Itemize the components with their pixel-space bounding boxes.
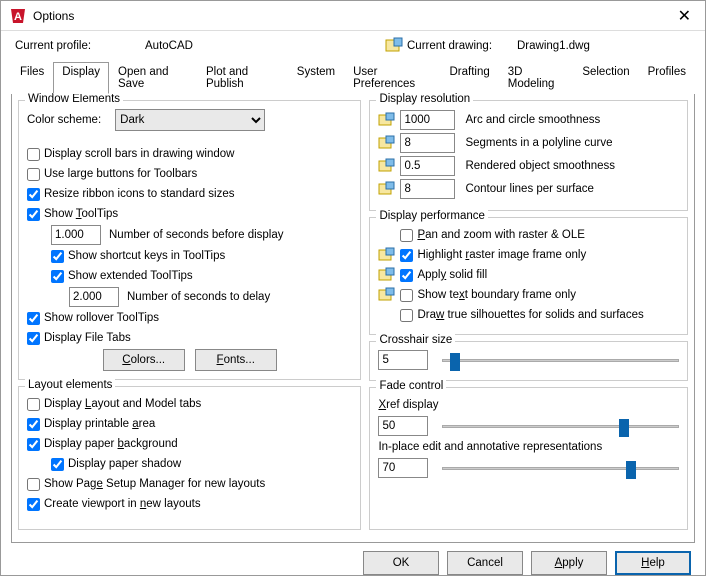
color-scheme-select[interactable]: Dark	[115, 109, 265, 131]
input-contour-lines[interactable]	[400, 179, 455, 199]
lbl-seconds-before: Number of seconds before display	[109, 229, 284, 241]
drawing-icon	[385, 37, 403, 55]
lbl-polyline-segments: Segments in a polyline curve	[465, 137, 679, 149]
drawing-icon	[378, 267, 396, 283]
help-button[interactable]: Help	[615, 551, 691, 575]
drawing-icon	[378, 287, 396, 303]
cb-extended-tooltips[interactable]: Show extended ToolTips	[51, 270, 193, 283]
lbl-rendered-smoothness: Rendered object smoothness	[465, 160, 679, 172]
current-profile-value: AutoCAD	[145, 40, 385, 52]
cb-show-tooltips[interactable]: Show ToolTips	[27, 208, 118, 221]
current-drawing-value: Drawing1.dwg	[517, 40, 590, 52]
cb-rollover[interactable]: Show rollover ToolTips	[27, 312, 159, 325]
tab-display[interactable]: Display	[53, 62, 109, 94]
titlebar: A Options ✕	[1, 1, 705, 31]
input-polyline-segments[interactable]	[400, 133, 455, 153]
legend-window-elements: Window Elements	[25, 93, 123, 105]
input-crosshair-size[interactable]	[378, 350, 428, 370]
cancel-button[interactable]: Cancel	[447, 551, 523, 575]
lbl-inplace: In-place edit and annotative representat…	[378, 441, 602, 453]
dialog-buttons: OK Cancel Apply Help	[1, 549, 705, 575]
cb-shortcut-keys[interactable]: Show shortcut keys in ToolTips	[51, 250, 225, 263]
tab-system[interactable]: System	[288, 62, 344, 94]
drawing-icon	[378, 181, 396, 197]
color-scheme-label: Color scheme:	[27, 114, 101, 126]
legend-layout-elements: Layout elements	[25, 379, 115, 391]
input-rendered-smoothness[interactable]	[400, 156, 455, 176]
current-profile-label: Current profile:	[15, 40, 145, 52]
colors-button[interactable]: Colors...	[103, 349, 185, 371]
apply-button[interactable]: Apply	[531, 551, 607, 575]
ok-button[interactable]: OK	[363, 551, 439, 575]
cb-pan-zoom[interactable]: Pan and zoom with raster & OLE	[400, 229, 584, 242]
tab-files[interactable]: Files	[11, 62, 53, 94]
cb-silhouettes[interactable]: Draw true silhouettes for solids and sur…	[400, 309, 643, 322]
legend-display-performance: Display performance	[376, 210, 487, 222]
tab-panel: Window Elements Color scheme: Dark Displ…	[11, 93, 695, 543]
cb-file-tabs[interactable]: Display File Tabs	[27, 332, 131, 345]
slider-inplace[interactable]	[442, 458, 679, 478]
input-seconds-delay[interactable]	[69, 287, 119, 307]
fonts-button[interactable]: Fonts...	[195, 349, 277, 371]
cb-layout-model-tabs[interactable]: Display Layout and Model tabs	[27, 398, 201, 411]
legend-crosshair: Crosshair size	[376, 334, 455, 346]
lbl-arc-smoothness: Arc and circle smoothness	[465, 114, 679, 126]
legend-display-resolution: Display resolution	[376, 93, 473, 105]
lbl-contour-lines: Contour lines per surface	[465, 183, 679, 195]
tab-open-and-save[interactable]: Open and Save	[109, 62, 197, 94]
cb-solid-fill[interactable]: Apply solid fill	[400, 269, 487, 282]
group-layout-elements: Layout elements Display Layout and Model…	[18, 386, 361, 530]
cb-paper-background[interactable]: Display paper background	[27, 438, 178, 451]
slider-xref[interactable]	[442, 416, 679, 436]
drawing-icon	[378, 158, 396, 174]
cb-highlight-raster[interactable]: Highlight raster image frame only	[400, 249, 586, 262]
cb-page-setup[interactable]: Show Page Setup Manager for new layouts	[27, 478, 265, 491]
tab-profiles[interactable]: Profiles	[639, 62, 695, 94]
cb-large-buttons[interactable]: Use large buttons for Toolbars	[27, 168, 197, 181]
current-drawing-label: Current drawing:	[407, 40, 517, 52]
cb-resize-ribbon[interactable]: Resize ribbon icons to standard sizes	[27, 188, 235, 201]
input-seconds-before[interactable]	[51, 225, 101, 245]
lbl-seconds-delay: Number of seconds to delay	[127, 291, 270, 303]
window-title: Options	[33, 9, 672, 23]
lbl-xref-display: Xref display	[378, 399, 438, 411]
tab-selection[interactable]: Selection	[573, 62, 638, 94]
input-xref-fade[interactable]	[378, 416, 428, 436]
legend-fade: Fade control	[376, 380, 446, 392]
drawing-icon	[378, 135, 396, 151]
close-icon[interactable]: ✕	[672, 6, 697, 26]
group-window-elements: Window Elements Color scheme: Dark Displ…	[18, 100, 361, 380]
tab-3d-modeling[interactable]: 3D Modeling	[499, 62, 574, 94]
tab-plot-and-publish[interactable]: Plot and Publish	[197, 62, 288, 94]
svg-text:A: A	[14, 11, 22, 23]
group-display-performance: Display performance Pan and zoom with ra…	[369, 217, 688, 335]
drawing-icon	[378, 112, 396, 128]
input-arc-smoothness[interactable]	[400, 110, 455, 130]
tab-user-preferences[interactable]: User Preferences	[344, 62, 440, 94]
drawing-icon	[378, 247, 396, 263]
input-inplace-fade[interactable]	[378, 458, 428, 478]
tab-drafting[interactable]: Drafting	[440, 62, 498, 94]
cb-scroll-bars[interactable]: Display scroll bars in drawing window	[27, 148, 234, 161]
group-fade-control: Fade control Xref display In-place edit …	[369, 387, 688, 530]
profile-row: Current profile: AutoCAD Current drawing…	[1, 31, 705, 57]
slider-crosshair[interactable]	[442, 350, 679, 370]
cb-printable-area[interactable]: Display printable area	[27, 418, 155, 431]
group-display-resolution: Display resolution Arc and circle smooth…	[369, 100, 688, 211]
tabs: FilesDisplayOpen and SavePlot and Publis…	[1, 61, 705, 93]
group-crosshair: Crosshair size	[369, 341, 688, 381]
cb-create-viewport[interactable]: Create viewport in new layouts	[27, 498, 201, 511]
cb-text-boundary[interactable]: Show text boundary frame only	[400, 289, 576, 302]
cb-paper-shadow[interactable]: Display paper shadow	[51, 458, 181, 471]
app-icon: A	[9, 7, 27, 25]
